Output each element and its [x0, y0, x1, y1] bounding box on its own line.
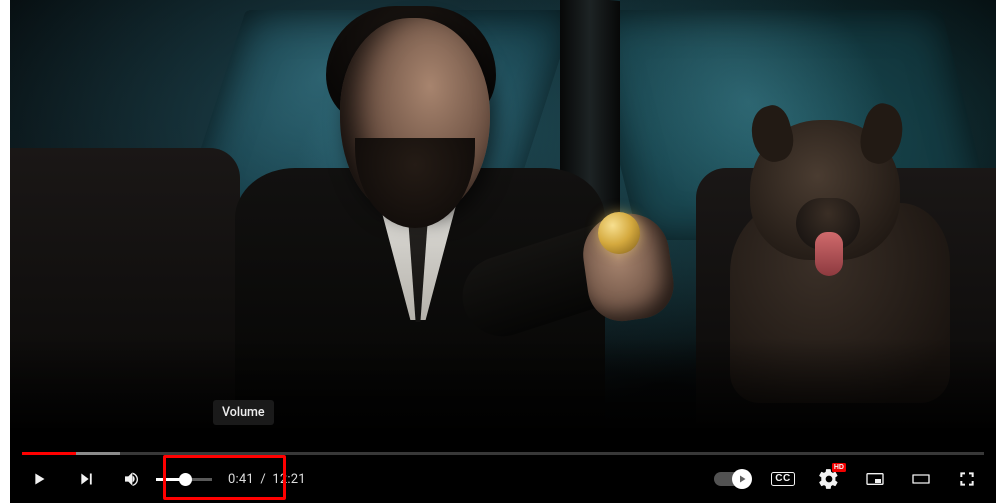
settings-button[interactable]: HD — [806, 455, 852, 503]
volume-control — [108, 455, 220, 503]
time-separator: / — [257, 472, 269, 487]
dog-tongue — [815, 232, 843, 276]
play-button[interactable] — [16, 455, 62, 503]
play-icon — [28, 467, 50, 491]
theater-icon — [908, 467, 934, 491]
foreground-gradient — [10, 338, 996, 428]
controls-right: CC HD — [704, 455, 996, 503]
video-player: Volume — [10, 0, 996, 503]
autoplay-knob — [732, 469, 752, 489]
controls-left: 0:41 / 12:21 — [10, 455, 312, 503]
video-frame[interactable] — [10, 0, 996, 428]
mute-button[interactable] — [108, 455, 154, 503]
cc-icon: CC — [771, 472, 795, 486]
theater-button[interactable] — [898, 455, 944, 503]
time-display: 0:41 / 12:21 — [220, 472, 312, 487]
volume-tooltip: Volume — [213, 400, 274, 425]
subtitles-button[interactable]: CC — [760, 455, 806, 503]
volume-thumb[interactable] — [179, 473, 192, 486]
autoplay-play-icon — [737, 474, 747, 484]
miniplayer-button[interactable] — [852, 455, 898, 503]
time-current: 0:41 — [228, 472, 254, 487]
next-icon — [74, 467, 96, 491]
volume-icon — [119, 467, 143, 491]
hd-badge: HD — [832, 463, 846, 472]
volume-slider[interactable] — [156, 478, 212, 481]
gold-coin — [598, 212, 640, 254]
controls-bar: 0:41 / 12:21 CC HD — [10, 455, 996, 503]
autoplay-toggle[interactable] — [714, 472, 750, 486]
next-button[interactable] — [62, 455, 108, 503]
fullscreen-button[interactable] — [944, 455, 990, 503]
miniplayer-icon — [863, 467, 887, 491]
fullscreen-icon — [955, 467, 979, 491]
time-duration: 12:21 — [272, 472, 305, 487]
